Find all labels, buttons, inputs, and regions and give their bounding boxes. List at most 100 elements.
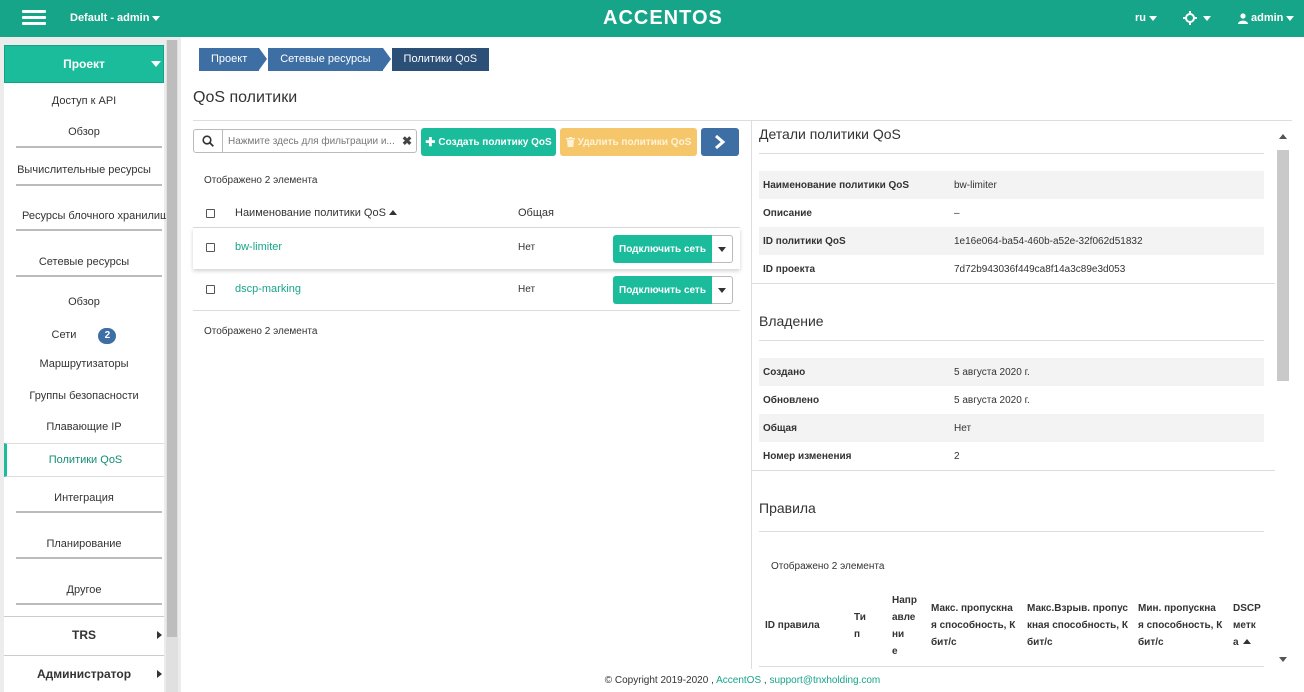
divider <box>16 146 162 148</box>
detail-label: ID проекта <box>763 264 816 275</box>
sort-asc-icon <box>388 209 397 215</box>
policy-name-link[interactable]: dscp-marking <box>235 283 301 295</box>
scroll-up-icon[interactable] <box>1276 131 1290 141</box>
next-button[interactable] <box>701 128 739 156</box>
search-input[interactable] <box>223 130 398 152</box>
column-header-shared[interactable]: Общая <box>518 207 554 219</box>
actions-dropdown[interactable] <box>712 235 733 263</box>
rules-title: Правила <box>759 500 816 516</box>
scrollbar-thumb[interactable] <box>1277 150 1289 381</box>
delete-policies-button[interactable]: Удалить политики QoS <box>560 128 697 156</box>
divider <box>16 275 162 277</box>
column-header-name[interactable]: Наименование политики QoS <box>235 207 397 219</box>
rules-column-dscp[interactable]: DSCP метк а <box>1233 600 1261 651</box>
create-policy-button[interactable]: ✚ Создать политику QoS <box>421 128 556 156</box>
policy-name-link[interactable]: bw-limiter <box>235 241 282 253</box>
detail-label: Номер изменения <box>763 451 852 462</box>
sidebar-item-block-storage[interactable]: Ресурсы блочного хранилища <box>4 210 175 222</box>
sidebar-group-trs[interactable]: TRS <box>4 616 164 652</box>
rules-column-max-burst[interactable]: Макс.Взрыв. пропус кная способность, К б… <box>1027 600 1128 651</box>
sidebar-group-admin[interactable]: Администратор <box>4 655 164 691</box>
detail-label: Наименование политики QoS <box>763 180 910 191</box>
sidebar-item-api-access[interactable]: Доступ к API <box>4 95 164 107</box>
detail-row: ID политики QoS 1e16e064-ba54-460b-a52e-3… <box>759 227 1264 255</box>
sidebar-item-integration[interactable]: Интеграция <box>4 492 164 504</box>
chevron-down-icon <box>152 15 161 21</box>
footer: © Copyright 2019-2020 , AccentOS , suppo… <box>181 669 1304 692</box>
search-icon <box>202 135 214 147</box>
rules-column-type[interactable]: Ти п <box>854 609 866 643</box>
detail-row: Создано 5 августа 2020 г. <box>759 358 1264 386</box>
sidebar-item-security-groups[interactable]: Группы безопасности <box>4 390 164 402</box>
chevron-down-icon <box>1203 15 1211 21</box>
sidebar-scrollbar[interactable] <box>166 40 178 692</box>
sidebar-item-networks[interactable]: Сети 2 <box>4 326 164 344</box>
rules-column-max-bw[interactable]: Макс. пропускна я способность, К бит/с <box>931 600 1015 651</box>
project-selector[interactable]: Default - admin <box>70 12 161 24</box>
project-selector-label: Default - admin <box>70 12 150 24</box>
sidebar-item-routers[interactable]: Маршрутизаторы <box>4 358 164 370</box>
sidebar-item-network[interactable]: Сетевые ресурсы <box>4 256 164 268</box>
search-button[interactable] <box>194 130 223 152</box>
detail-value: 5 августа 2020 г. <box>954 395 1030 406</box>
row-checkbox[interactable] <box>206 285 215 294</box>
shared-value: Нет <box>518 284 536 295</box>
sidebar-item-scheduling[interactable]: Планирование <box>4 538 164 550</box>
attach-network-button[interactable]: Подключить сеть <box>613 235 712 263</box>
sidebar-item-qos-policies[interactable]: Политики QoS <box>4 443 164 477</box>
support-email-link[interactable]: support@tnxholding.com <box>769 675 880 686</box>
sidebar-item-compute[interactable]: Вычислительные ресурсы <box>4 164 164 176</box>
divider <box>751 283 1275 284</box>
sidebar-item-overview[interactable]: Обзор <box>4 126 164 138</box>
breadcrumb-network[interactable]: Сетевые ресурсы <box>268 48 383 71</box>
detail-label: Обновлено <box>763 395 820 406</box>
menu-icon[interactable] <box>22 7 46 29</box>
sidebar: Проект Доступ к API Обзор Вычислительные… <box>0 37 181 692</box>
divider <box>16 229 162 231</box>
clear-icon[interactable]: ✖ <box>398 130 416 152</box>
scrollbar-thumb[interactable] <box>167 40 177 637</box>
select-all-checkbox[interactable] <box>206 209 215 218</box>
language-selector[interactable]: ru <box>1135 12 1157 24</box>
rules-column-min-bw[interactable]: Мин. пропускна я способность, К бит/с <box>1138 600 1222 651</box>
chevron-down-icon <box>718 287 726 293</box>
sidebar-item-floating-ip[interactable]: Плавающие IP <box>4 421 164 433</box>
divider <box>751 470 1275 471</box>
sidebar-group-label: Администратор <box>36 666 132 681</box>
detail-label: Создано <box>763 367 806 378</box>
sidebar-item-other[interactable]: Другое <box>4 584 164 596</box>
attach-network-button[interactable]: Подключить сеть <box>613 276 712 304</box>
detail-value: 1e16e064-ba54-460b-a52e-32f062d51832 <box>954 236 1143 247</box>
theme-menu[interactable] <box>1183 9 1213 27</box>
sidebar-project-header[interactable]: Проект <box>4 45 164 83</box>
divider <box>16 557 162 559</box>
divider <box>759 666 1264 667</box>
detail-row: Номер изменения 2 <box>759 442 1264 470</box>
sidebar-item-label: Сети <box>51 329 77 341</box>
brand-link[interactable]: AccentOS <box>716 675 761 686</box>
logo: ACCENTOS <box>603 7 723 29</box>
user-name: admin <box>1251 12 1284 24</box>
breadcrumb-qos[interactable]: Политики QoS <box>391 48 490 71</box>
chevron-down-icon <box>1149 15 1157 21</box>
plus-icon: ✚ <box>425 135 436 149</box>
detail-label: Описание <box>763 208 812 219</box>
breadcrumb: Проект Сетевые ресурсы Политики QoS <box>199 48 490 71</box>
rules-column-direction[interactable]: Напр авле ни е <box>892 592 917 660</box>
detail-row: ID проекта 7d72b943036f449ca8f14a3c89e3d0… <box>759 255 1264 283</box>
sidebar-item-network-overview[interactable]: Обзор <box>4 296 164 308</box>
actions-dropdown[interactable] <box>712 276 733 304</box>
rules-column-id[interactable]: ID правила <box>765 617 820 634</box>
row-checkbox[interactable] <box>206 243 215 252</box>
chevron-right-icon <box>715 135 726 149</box>
scroll-down-icon[interactable] <box>1276 655 1290 665</box>
table-count-top: Отображено 2 элемента <box>204 175 318 186</box>
divider <box>759 153 1264 154</box>
user-menu[interactable]: admin <box>1238 12 1295 24</box>
rules-count: Отображено 2 элемента <box>771 561 885 572</box>
footer-separator: , <box>763 675 767 686</box>
chevron-down-icon <box>718 246 726 252</box>
breadcrumb-project[interactable]: Проект <box>199 48 260 71</box>
chevron-down-icon <box>1286 15 1295 21</box>
row-actions: Подключить сеть <box>613 276 733 304</box>
